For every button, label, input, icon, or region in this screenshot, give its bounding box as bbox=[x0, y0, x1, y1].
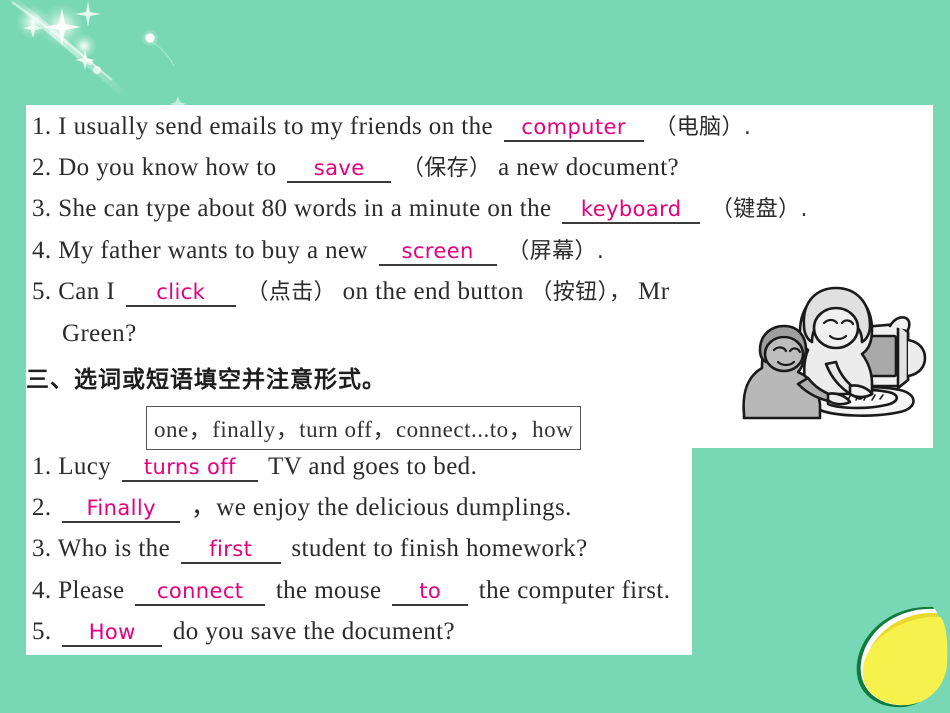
word-bank-box: one，finally，turn off，connect...to，how bbox=[146, 406, 582, 450]
question-b2-text-after: ，we enjoy the delicious dumplings. bbox=[190, 494, 572, 521]
question-a5-hint: （点击） bbox=[246, 280, 336, 305]
question-b1: 1. Lucy turns off TV and goes to bed. bbox=[32, 453, 478, 483]
answer-blank-a3[interactable]: keyboard bbox=[562, 197, 701, 225]
question-a4: 4. My father wants to buy a new screen （… bbox=[32, 237, 605, 267]
answer-blank-b5[interactable]: How bbox=[62, 620, 163, 648]
answer-blank-a2[interactable]: save bbox=[287, 156, 392, 184]
question-a2-text-after: a new document? bbox=[498, 154, 680, 181]
question-b4-text-mid: the mouse bbox=[275, 577, 382, 604]
question-b1-number: 1. bbox=[32, 453, 52, 480]
question-a2-hint: （保存） bbox=[401, 156, 492, 181]
question-a4-number: 4. bbox=[32, 237, 52, 264]
question-a2-text-before: Do you know how to bbox=[58, 154, 277, 181]
question-a5: 5. Can I click （点击） on the end button （按… bbox=[32, 278, 670, 308]
question-b3-number: 3. bbox=[32, 535, 52, 562]
question-b5: 5. How do you save the document? bbox=[32, 618, 456, 648]
question-b5-text-after: do you save the document? bbox=[172, 618, 456, 645]
answer-blank-b4a[interactable]: connect bbox=[135, 579, 266, 607]
question-a2: 2. Do you know how to save （保存） a new do… bbox=[32, 154, 680, 184]
question-a4-hint: （屏幕）. bbox=[507, 239, 605, 264]
answer-blank-b3[interactable]: first bbox=[180, 537, 281, 565]
question-b4-text-before: Please bbox=[58, 577, 125, 604]
question-a5-text-before: Can I bbox=[58, 278, 116, 305]
slide-root: 1. I usually send emails to my friends o… bbox=[0, 0, 950, 713]
question-a3-number: 3. bbox=[32, 195, 52, 222]
answer-blank-b1[interactable]: turns off bbox=[121, 455, 258, 483]
question-a5-wrap: Green? bbox=[62, 321, 137, 346]
question-a3: 3. She can type about 80 words in a minu… bbox=[32, 195, 808, 225]
exercise-content: 1. I usually send emails to my friends o… bbox=[26, 105, 933, 655]
question-b3-text-after: student to finish homework? bbox=[291, 535, 588, 562]
question-a2-number: 2. bbox=[32, 154, 52, 181]
question-a1-hint: （电脑）. bbox=[654, 115, 752, 140]
question-a5-hint2: （按钮）， bbox=[530, 280, 632, 305]
question-a1: 1. I usually send emails to my friends o… bbox=[32, 113, 752, 143]
question-a5-text-after: Mr bbox=[638, 278, 670, 305]
answer-blank-b2[interactable]: Finally bbox=[62, 496, 181, 524]
question-b4: 4. Please connect the mouse to the compu… bbox=[32, 577, 671, 607]
answer-blank-b4b[interactable]: to bbox=[392, 579, 469, 607]
question-b5-number: 5. bbox=[32, 618, 52, 645]
question-a5-wrap-text: Green? bbox=[62, 320, 137, 347]
question-b4-number: 4. bbox=[32, 577, 52, 604]
question-b4-text-after: the computer first. bbox=[478, 577, 671, 604]
answer-blank-a4[interactable]: screen bbox=[378, 239, 497, 267]
question-a5-number: 5. bbox=[32, 278, 52, 305]
question-b1-text-before: Lucy bbox=[58, 453, 112, 480]
question-a3-text-before: She can type about 80 words in a minute … bbox=[58, 195, 552, 222]
question-a1-text-before: I usually send emails to my friends on t… bbox=[58, 113, 493, 140]
sparkle-star-decoration bbox=[0, 0, 260, 110]
question-a4-text-before: My father wants to buy a new bbox=[58, 237, 368, 264]
question-b3-text-before: Who is the bbox=[57, 535, 171, 562]
question-a5-text-mid: on the end button bbox=[342, 278, 524, 305]
question-b2-number: 2. bbox=[32, 494, 52, 521]
question-b1-text-after: TV and goes to bed. bbox=[268, 453, 478, 480]
question-b3: 3. Who is the first student to finish ho… bbox=[32, 535, 588, 565]
answer-blank-a1[interactable]: computer bbox=[503, 115, 644, 143]
question-a1-number: 1. bbox=[32, 113, 52, 140]
question-b2: 2. Finally ，we enjoy the delicious dumpl… bbox=[32, 494, 572, 524]
answer-blank-a5[interactable]: click bbox=[125, 280, 236, 308]
section-b-heading: 三、选词或短语填空并注意形式。 bbox=[26, 367, 386, 393]
question-a3-hint: （键盘）. bbox=[710, 197, 808, 222]
